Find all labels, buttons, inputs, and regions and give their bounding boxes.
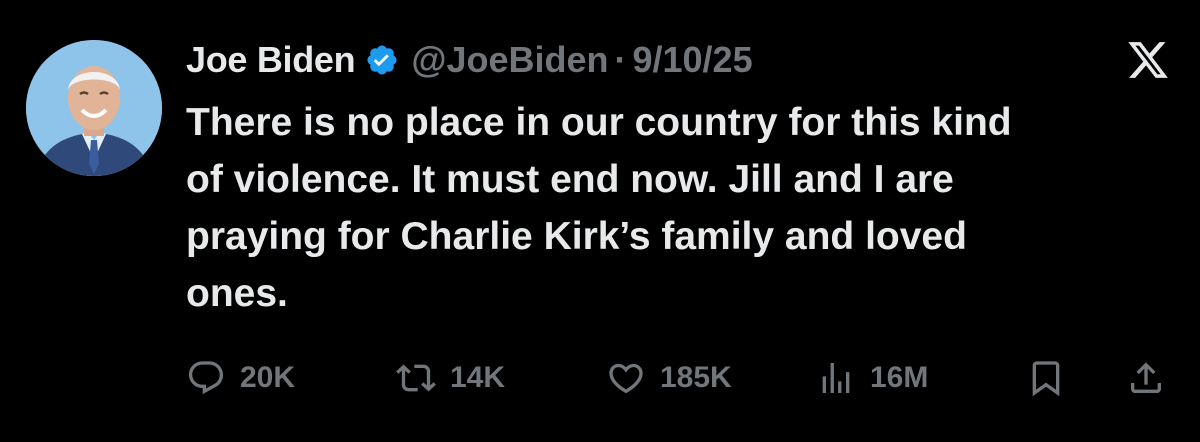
- share-icon: [1131, 362, 1161, 393]
- tweet-header: Joe Biden @JoeBiden · 9/10/25: [186, 34, 753, 86]
- like-count: 185K: [660, 361, 732, 394]
- repost-count: 14K: [450, 361, 506, 394]
- like-button[interactable]: 185K: [606, 350, 732, 406]
- repost-icon: [396, 364, 436, 392]
- avatar[interactable]: [26, 40, 162, 176]
- tweet-date[interactable]: 9/10/25: [632, 39, 752, 81]
- bookmark-icon: [1032, 361, 1060, 397]
- views-button[interactable]: 16M: [816, 350, 928, 406]
- verified-badge-icon[interactable]: [365, 43, 399, 77]
- separator-dot: ·: [614, 39, 627, 80]
- reply-icon: [188, 361, 224, 395]
- repost-button[interactable]: 14K: [396, 350, 505, 406]
- reply-count: 20K: [240, 361, 296, 394]
- reply-button[interactable]: 20K: [186, 350, 295, 406]
- x-logo-icon: [1126, 38, 1170, 82]
- tweet-text: There is no place in our country for thi…: [186, 101, 1012, 315]
- user-handle[interactable]: @JoeBiden: [411, 39, 608, 81]
- views-count: 16M: [870, 361, 929, 394]
- views-icon: [822, 363, 850, 393]
- display-name[interactable]: Joe Biden: [186, 39, 356, 81]
- bookmark-button[interactable]: [1026, 350, 1066, 406]
- share-button[interactable]: [1126, 350, 1166, 406]
- heart-icon: [609, 363, 643, 394]
- tweet-actions: 20K 14K 185K 16M: [186, 350, 1176, 406]
